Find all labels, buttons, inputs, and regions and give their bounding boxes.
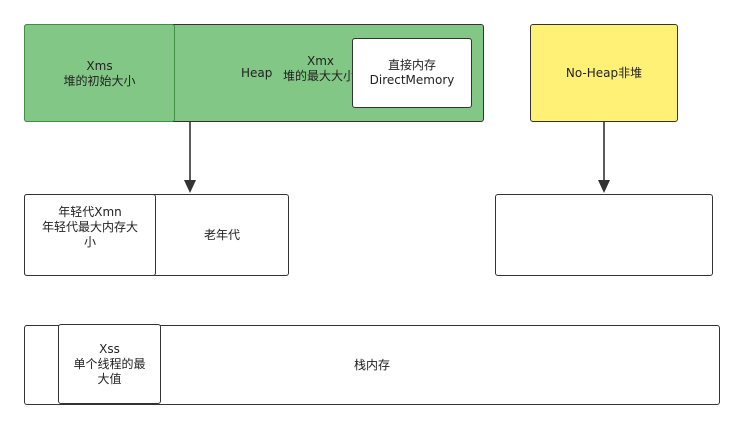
direct-memory-box[interactable]: 直接内存 DirectMemory bbox=[352, 38, 472, 108]
nonheap-arrow-head bbox=[598, 180, 610, 193]
xss-box[interactable]: Xss 单个线程的最 大值 bbox=[58, 324, 161, 404]
young-generation-description: 年轻代最大内存大 bbox=[41, 220, 138, 234]
xss-label: Xss bbox=[99, 341, 120, 356]
old-generation-label: 老年代 bbox=[203, 227, 240, 242]
xss-description-cont: 大值 bbox=[97, 371, 122, 386]
xmx-description: 堆的最大大小 bbox=[283, 69, 356, 83]
xms-box[interactable]: Xms 堆的初始大小 bbox=[24, 24, 175, 122]
young-generation-label: 年轻代Xmn bbox=[58, 205, 122, 219]
non-heap-detail-box[interactable] bbox=[495, 194, 713, 276]
non-heap-box[interactable]: No-Heap非堆 bbox=[530, 24, 678, 122]
xmx-label: Xmx bbox=[307, 54, 335, 68]
xms-label: Xms bbox=[86, 59, 113, 73]
heap-label: Heap bbox=[241, 66, 273, 80]
non-heap-label: No-Heap非堆 bbox=[565, 65, 643, 80]
xss-description: 单个线程的最 bbox=[73, 356, 146, 371]
young-generation-box[interactable]: 年轻代Xmn 年轻代最大内存大 小 bbox=[24, 194, 156, 276]
direct-memory-label: 直接内存 bbox=[387, 58, 436, 72]
stack-memory-label: 栈内存 bbox=[353, 357, 390, 372]
young-generation-description-cont: 小 bbox=[83, 235, 96, 249]
heap-arrow-head bbox=[184, 180, 196, 193]
direct-memory-name: DirectMemory bbox=[369, 73, 455, 87]
xms-description: 堆的初始大小 bbox=[63, 74, 136, 88]
